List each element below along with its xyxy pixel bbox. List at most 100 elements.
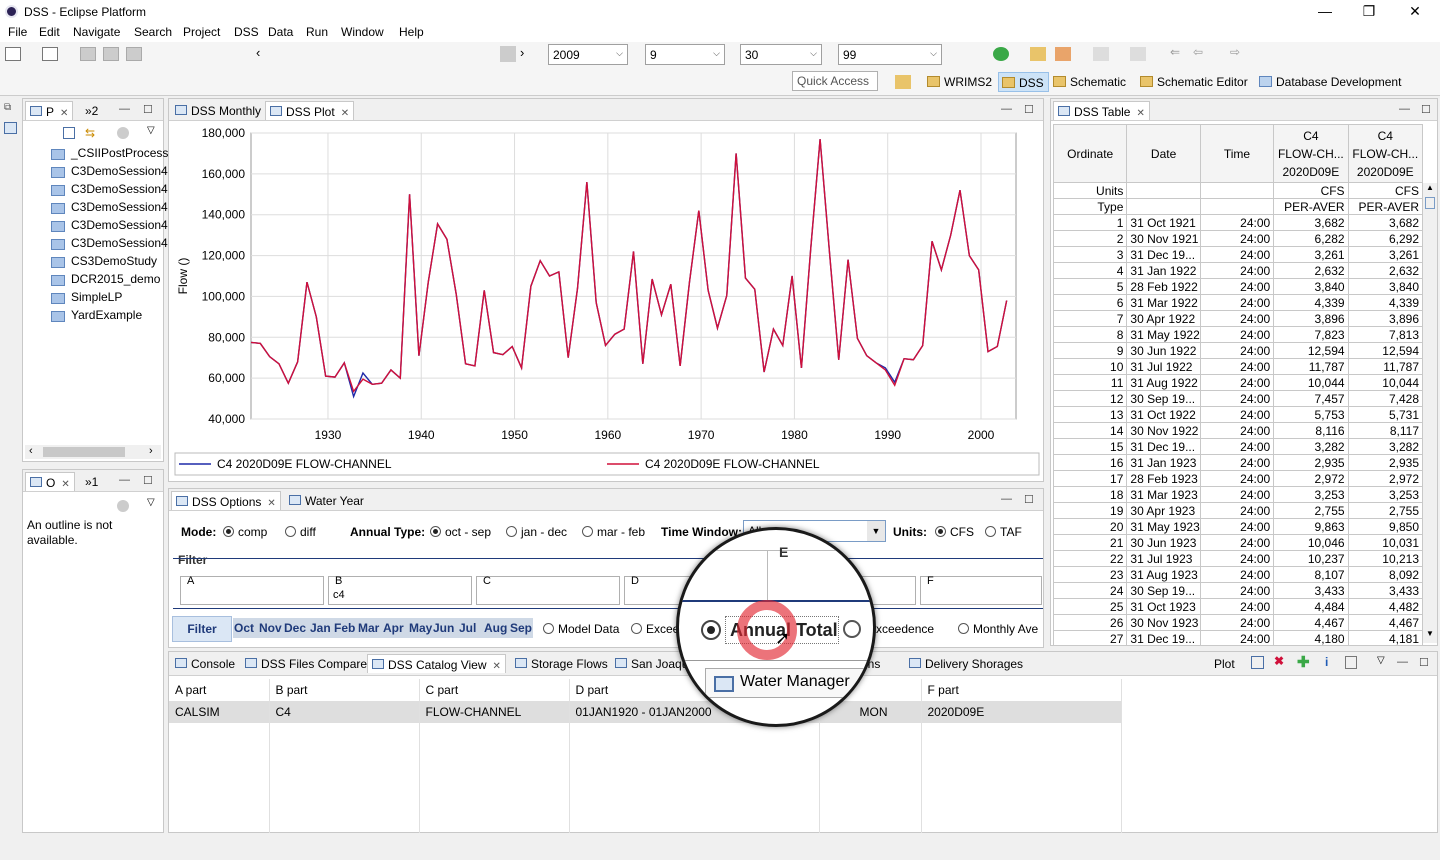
type-cell[interactable]: PER-AVER [1347, 198, 1424, 215]
mode-comp-radio[interactable]: comp [223, 525, 267, 539]
filter-a-input[interactable]: A [180, 575, 324, 605]
cell-ordinate[interactable]: 13 [1052, 406, 1128, 423]
table-row[interactable]: 22 31 Jul 1923 24:00 10,237 10,213 [1052, 550, 1424, 567]
magnified-water-manager-tab[interactable]: Water Manager [705, 668, 865, 698]
cell-value-2[interactable]: 10,044 [1347, 374, 1424, 391]
table-row[interactable]: 27 31 Dec 19... 24:00 4,180 4,181 [1052, 630, 1424, 645]
cell-date[interactable]: 31 Aug 1922 [1126, 374, 1201, 391]
table-row[interactable]: 24 30 Sep 19... 24:00 3,433 3,433 [1052, 582, 1424, 599]
cell-value-1[interactable]: 12,594 [1273, 342, 1349, 359]
cell-value-2[interactable]: 7,813 [1347, 326, 1424, 343]
cell-b[interactable]: C4 [269, 701, 420, 723]
cell-value-2[interactable]: 4,467 [1347, 614, 1424, 631]
print-icon[interactable] [126, 47, 142, 61]
year-combo[interactable]: 2009 ⌵ [548, 44, 628, 65]
cell-value-1[interactable]: 3,682 [1273, 214, 1349, 231]
add-run-icon[interactable] [993, 47, 1009, 61]
delete-icon[interactable]: ✖ [1274, 654, 1284, 668]
tree-item[interactable]: SimpleLP [49, 290, 122, 308]
cell-ordinate[interactable]: 4 [1052, 262, 1128, 279]
link-editor-icon[interactable]: ⇆ [85, 126, 95, 140]
menu-search[interactable]: Search [134, 25, 172, 39]
vertical-scrollbar[interactable]: ▲ ▼ [1423, 183, 1437, 643]
new-icon[interactable] [5, 47, 21, 61]
month-jul[interactable]: Jul [459, 621, 476, 635]
cycle-combo[interactable]: 99 ⌵ [838, 44, 942, 65]
cell-value-1[interactable]: 5,753 [1273, 406, 1349, 423]
minimize-icon[interactable]: — [119, 103, 130, 115]
cell-time[interactable]: 24:00 [1199, 486, 1275, 503]
cell-time[interactable]: 24:00 [1199, 422, 1275, 439]
cell-value-1[interactable]: 10,044 [1273, 374, 1349, 391]
cell-date[interactable]: 31 Oct 1921 [1126, 214, 1201, 231]
minimize-icon[interactable]: — [1001, 103, 1012, 115]
tab-overflow[interactable]: »1 [81, 472, 102, 491]
header-col2[interactable]: C4 FLOW-CH... 2020D09E [1347, 124, 1424, 183]
flow-chart[interactable]: 40,000 60,000 80,000 100,000 120,000 140,000 1… [169, 121, 1043, 481]
header-c-part[interactable]: C part [419, 679, 570, 701]
table-row[interactable]: 2 30 Nov 1921 24:00 6,282 6,292 [1052, 230, 1424, 247]
cell-value-1[interactable]: 4,339 [1273, 294, 1349, 311]
scroll-thumb[interactable] [1425, 197, 1435, 209]
cell-value-2[interactable]: 2,755 [1347, 502, 1424, 519]
cell-value-1[interactable]: 6,282 [1273, 230, 1349, 247]
maximize-icon[interactable]: ☐ [143, 103, 153, 116]
last-edit-icon[interactable]: ⇐ [1170, 45, 1180, 59]
tree-item[interactable]: YardExample [49, 308, 142, 326]
cell-ordinate[interactable]: 25 [1052, 598, 1128, 615]
table-row[interactable]: 4 31 Jan 1922 24:00 2,632 2,632 [1052, 262, 1424, 279]
filter-f-input[interactable]: F [920, 575, 1042, 605]
cell-value-2[interactable]: 12,594 [1347, 342, 1424, 359]
cell-time[interactable]: 24:00 [1199, 534, 1275, 551]
dss-data-table[interactable]: Ordinate Date Time C4 FLOW-CH... 2020D09E … [1052, 124, 1424, 645]
open-folder-icon[interactable] [1030, 47, 1046, 61]
table-row[interactable]: 25 31 Oct 1923 24:00 4,484 4,482 [1052, 598, 1424, 615]
collapse-all-icon[interactable] [63, 127, 75, 139]
tab-console[interactable]: Console [171, 654, 239, 673]
table-row[interactable]: 26 30 Nov 1923 24:00 4,467 4,467 [1052, 614, 1424, 631]
menu-edit[interactable]: Edit [39, 25, 60, 39]
cell-value-1[interactable]: 3,840 [1273, 278, 1349, 295]
next-annotation-icon[interactable] [1093, 47, 1109, 61]
table-row[interactable]: 1 31 Oct 1921 24:00 3,682 3,682 [1052, 214, 1424, 231]
cell-ordinate[interactable]: 3 [1052, 246, 1128, 263]
cell-date[interactable]: 30 Nov 1923 [1126, 614, 1201, 631]
monthly-ave-radio[interactable]: Monthly Ave [958, 622, 1044, 636]
cell-value-2[interactable]: 3,896 [1347, 310, 1424, 327]
view-icon[interactable] [4, 122, 17, 134]
cell-date[interactable]: 31 Mar 1923 [1126, 486, 1201, 503]
annual-mar-feb-radio[interactable]: mar - feb [582, 525, 645, 539]
cell-value-2[interactable]: 7,428 [1347, 390, 1424, 407]
cell-value-2[interactable]: 4,482 [1347, 598, 1424, 615]
cell-time[interactable]: 24:00 [1199, 598, 1275, 615]
cell-time[interactable]: 24:00 [1199, 230, 1275, 247]
close-icon[interactable]: ✕ [61, 479, 69, 490]
table-row[interactable]: 5 28 Feb 1922 24:00 3,840 3,840 [1052, 278, 1424, 295]
cell-value-2[interactable]: 10,213 [1347, 550, 1424, 567]
cell-date[interactable]: 30 Nov 1922 [1126, 422, 1201, 439]
table-row[interactable]: 19 30 Apr 1923 24:00 2,755 2,755 [1052, 502, 1424, 519]
scroll-right-icon[interactable]: › [520, 45, 524, 60]
cell-date[interactable]: 30 Sep 19... [1126, 390, 1201, 407]
cell-date[interactable]: 31 Jul 1922 [1126, 358, 1201, 375]
tree-item[interactable]: C3DemoSession4 [49, 236, 168, 254]
cell-value-1[interactable]: 2,972 [1273, 470, 1349, 487]
table-row[interactable]: 20 31 May 1923 24:00 9,863 9,850 [1052, 518, 1424, 535]
tree-item[interactable]: C3DemoSession4 [49, 182, 168, 200]
quick-access-input[interactable]: Quick Access [792, 71, 878, 91]
cell-date[interactable]: 31 Dec 19... [1126, 438, 1201, 455]
view-menu-icon[interactable]: ▽ [147, 125, 155, 136]
table-row[interactable]: 18 31 Mar 1923 24:00 3,253 3,253 [1052, 486, 1424, 503]
cell-ordinate[interactable]: 26 [1052, 614, 1128, 631]
menu-file[interactable]: File [8, 25, 27, 39]
minimize-icon[interactable]: — [1001, 493, 1012, 505]
tree-item[interactable]: CS3DemoStudy [49, 254, 157, 272]
cell-time[interactable]: 24:00 [1199, 630, 1275, 645]
minimize-button[interactable]: — [1302, 0, 1348, 24]
tree-item[interactable]: _CSIIPostProcessi [49, 146, 171, 164]
cell-ordinate[interactable]: 23 [1052, 566, 1128, 583]
cell-value-1[interactable]: 2,755 [1273, 502, 1349, 519]
cell-time[interactable]: 24:00 [1199, 582, 1275, 599]
cell-ordinate[interactable]: 7 [1052, 310, 1128, 327]
units-cfs-radio[interactable]: CFS [935, 525, 974, 539]
